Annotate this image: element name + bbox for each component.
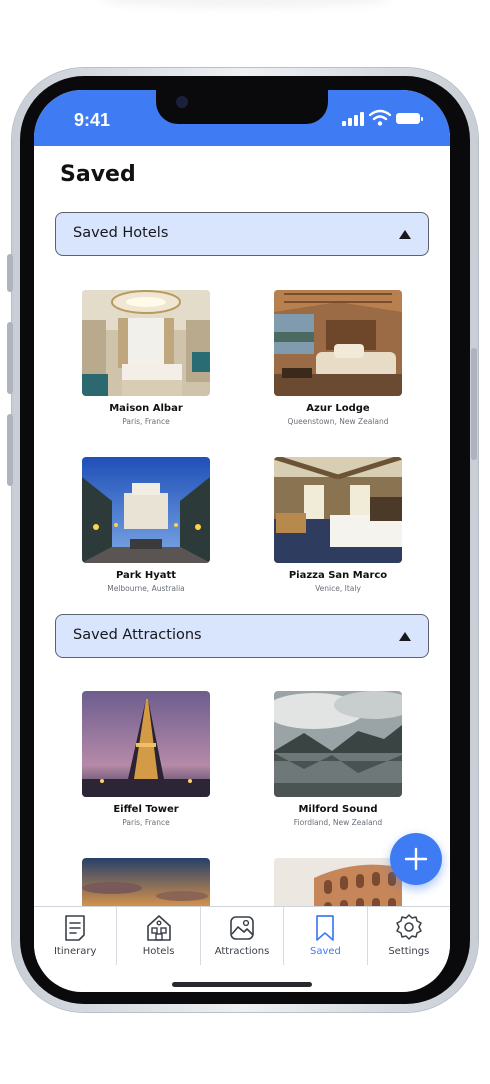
hotel-location: Venice, Italy xyxy=(315,584,361,593)
tab-label: Hotels xyxy=(142,946,175,957)
tab-saved[interactable]: Saved xyxy=(284,907,368,965)
hotel-card-azur-lodge[interactable]: Azur Lodge Queenstown, New Zealand xyxy=(248,290,428,426)
home-indicator[interactable] xyxy=(172,982,312,987)
hotel-location: Paris, France xyxy=(122,417,170,426)
add-button[interactable] xyxy=(390,833,442,885)
tab-label: Itinerary xyxy=(53,946,97,957)
screen: 9:41 Saved Saved Hotels Maison Albar Par… xyxy=(34,90,450,992)
itinerary-icon xyxy=(65,915,86,941)
hotel-card-maison-albar[interactable]: Maison Albar Paris, France xyxy=(56,290,236,426)
front-camera xyxy=(176,96,188,108)
hotel-name: Maison Albar xyxy=(109,403,183,414)
signal-icon xyxy=(342,112,364,126)
status-bar: 9:41 xyxy=(34,90,450,146)
page-title: Saved xyxy=(60,162,136,187)
attraction-name: Milford Sound xyxy=(298,804,378,815)
saved-hotels-header[interactable]: Saved Hotels xyxy=(55,212,429,256)
top-shadow xyxy=(100,0,390,8)
bookmark-icon xyxy=(316,915,335,941)
hotel-photo xyxy=(82,457,210,563)
volume-up-button xyxy=(7,322,13,394)
tab-itinerary[interactable]: Itinerary xyxy=(34,907,118,965)
attraction-photo xyxy=(82,691,210,797)
tab-label: Settings xyxy=(388,946,430,957)
saved-attractions-header[interactable]: Saved Attractions xyxy=(55,614,429,658)
saved-hotels-label: Saved Hotels xyxy=(73,225,169,241)
hotel-photo xyxy=(274,290,402,396)
attractions-icon xyxy=(230,916,254,940)
volume-down-button xyxy=(7,414,13,486)
mute-switch xyxy=(7,254,13,292)
attraction-card-eiffel-tower[interactable]: Eiffel Tower Paris, France xyxy=(56,691,236,827)
hotel-name: Azur Lodge xyxy=(306,403,370,414)
hotel-location: Melbourne, Australia xyxy=(107,584,185,593)
battery-icon xyxy=(396,113,423,124)
hotel-card-piazza-san-marco[interactable]: Piazza San Marco Venice, Italy xyxy=(248,457,428,593)
hotel-name: Park Hyatt xyxy=(115,570,177,581)
hotel-name: Piazza San Marco xyxy=(288,570,388,581)
saved-attractions-label: Saved Attractions xyxy=(73,627,202,643)
hotel-photo xyxy=(82,290,210,396)
plus-icon xyxy=(404,847,428,871)
tab-hotels[interactable]: Hotels xyxy=(117,907,201,965)
gear-icon xyxy=(396,914,422,940)
attraction-name: Eiffel Tower xyxy=(113,804,179,815)
attraction-photo xyxy=(274,691,402,797)
attraction-location: Paris, France xyxy=(122,818,170,827)
hotels-icon xyxy=(146,915,171,941)
wifi-icon xyxy=(369,109,391,126)
tab-settings[interactable]: Settings xyxy=(368,907,450,965)
attraction-card-milford-sound[interactable]: Milford Sound Fiordland, New Zealand xyxy=(248,691,428,827)
tab-attractions[interactable]: Attractions xyxy=(201,907,285,965)
hotel-photo xyxy=(274,457,402,563)
notch xyxy=(156,90,328,124)
hotel-card-park-hyatt[interactable]: Park Hyatt Melbourne, Australia xyxy=(56,457,236,593)
tab-bar: Itinerary Hotels Attractions Saved Setti… xyxy=(34,906,450,965)
tab-label: Attractions xyxy=(214,946,270,957)
status-time: 9:41 xyxy=(74,110,111,130)
hotel-location: Queenstown, New Zealand xyxy=(287,417,389,426)
tab-label: Saved xyxy=(309,946,341,957)
collapse-caret-icon[interactable] xyxy=(399,632,411,641)
collapse-caret-icon[interactable] xyxy=(399,230,411,239)
attraction-location: Fiordland, New Zealand xyxy=(293,818,383,827)
power-button xyxy=(471,348,477,460)
